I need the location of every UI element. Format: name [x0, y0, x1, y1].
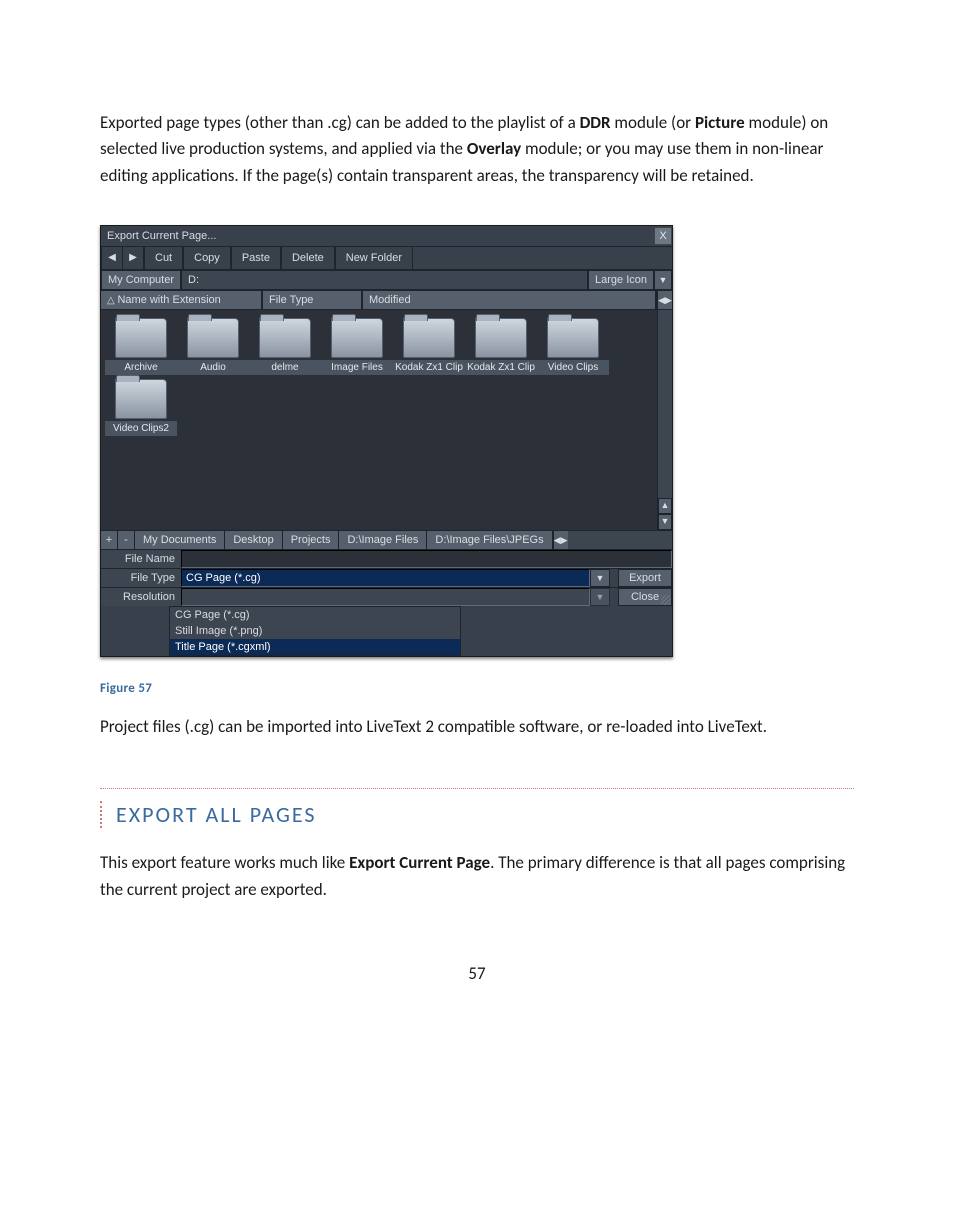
paste-button[interactable]: Paste — [231, 247, 281, 269]
folder-item[interactable]: Kodak Zx1 Clip — [465, 318, 537, 375]
path-value: D: — [188, 271, 199, 289]
file-type-dropdown-list: CG Page (*.cg) Still Image (*.png) Title… — [169, 606, 461, 656]
folder-label: Archive — [105, 360, 177, 375]
column-modified[interactable]: Modified — [363, 291, 657, 309]
column-filetype[interactable]: File Type — [263, 291, 363, 309]
close-icon[interactable]: X — [654, 227, 672, 245]
favorite-item[interactable]: Projects — [283, 531, 340, 549]
favorites-remove-button[interactable]: - — [118, 531, 135, 549]
delete-button[interactable]: Delete — [281, 247, 335, 269]
figure-caption: Figure 57 — [100, 681, 854, 696]
folder-icon — [475, 318, 527, 358]
copy-button[interactable]: Copy — [183, 247, 231, 269]
folder-icon — [403, 318, 455, 358]
folder-icon — [115, 318, 167, 358]
folder-item[interactable]: Kodak Zx1 Clip — [393, 318, 465, 375]
folder-label: Image Files — [321, 360, 393, 375]
paragraph-export-all-pages: This export feature works much like Expo… — [100, 850, 854, 903]
favorites-add-button[interactable]: + — [101, 531, 118, 549]
file-type-option[interactable]: Title Page (*.cgxml) — [170, 639, 460, 655]
favorite-item[interactable]: My Documents — [135, 531, 225, 549]
column-name[interactable]: Name with Extension — [101, 291, 263, 309]
folder-icon — [547, 318, 599, 358]
folder-label: Video Clips2 — [105, 421, 177, 436]
scroll-down-icon[interactable]: ▼ — [658, 514, 672, 530]
dialog-title: Export Current Page... — [107, 230, 216, 242]
page-number: 57 — [100, 963, 854, 984]
resolution-dropdown-icon: ▼ — [590, 588, 610, 606]
column-scroll-icon[interactable]: ◀▶ — [657, 291, 672, 309]
file-name-input[interactable] — [181, 550, 672, 568]
paragraph-exported-page-types: Exported page types (other than .cg) can… — [100, 110, 854, 189]
favorite-item[interactable]: Desktop — [225, 531, 282, 549]
folder-item[interactable]: Video Clips — [537, 318, 609, 375]
folder-icon — [331, 318, 383, 358]
column-header-row: Name with Extension File Type Modified ◀… — [101, 291, 672, 310]
file-type-select[interactable]: CG Page (*.cg) — [181, 569, 590, 587]
resize-handle-icon[interactable] — [661, 595, 671, 605]
file-type-option[interactable]: Still Image (*.png) — [170, 623, 460, 639]
file-area: Archive Audio delme Image Files Kodak Zx… — [101, 310, 672, 530]
cut-button[interactable]: Cut — [144, 247, 183, 269]
folder-label: Video Clips — [537, 360, 609, 375]
folder-label: Kodak Zx1 Clip — [393, 360, 465, 375]
favorite-item[interactable]: D:\Image Files\JPEGs — [427, 531, 552, 549]
folder-label: Audio — [177, 360, 249, 375]
resolution-select[interactable] — [181, 588, 590, 606]
view-mode-dropdown-icon[interactable]: ▼ — [654, 270, 672, 290]
nav-group: ◀ ▶ — [101, 247, 144, 269]
resolution-label: Resolution — [101, 588, 181, 606]
scroll-up-icon[interactable]: ▲ — [658, 498, 672, 514]
nav-forward-button[interactable]: ▶ — [122, 247, 143, 269]
favorite-item[interactable]: D:\Image Files — [339, 531, 427, 549]
view-mode-button[interactable]: Large Icon — [588, 270, 654, 290]
folder-icon — [187, 318, 239, 358]
folder-icon — [259, 318, 311, 358]
vertical-scrollbar[interactable]: ▲ ▼ — [657, 310, 672, 530]
folder-item[interactable]: Audio — [177, 318, 249, 375]
file-type-label: File Type — [101, 569, 181, 587]
folder-item[interactable]: Image Files — [321, 318, 393, 375]
nav-back-button[interactable]: ◀ — [101, 247, 122, 269]
section-heading-export-all-pages: EXPORT ALL PAGES — [100, 788, 854, 830]
export-current-page-dialog: Export Current Page... X ◀ ▶ Cut Copy Pa… — [100, 225, 673, 657]
path-root-label[interactable]: My Computer — [101, 270, 181, 290]
toolbar: ◀ ▶ Cut Copy Paste Delete New Folder — [101, 246, 672, 270]
folder-item[interactable]: Video Clips2 — [105, 379, 177, 436]
file-grid[interactable]: Archive Audio delme Image Files Kodak Zx… — [101, 310, 657, 530]
folder-icon — [115, 379, 167, 419]
favorites-scroll-icon[interactable]: ◀▶ — [553, 531, 568, 549]
dialog-titlebar: Export Current Page... X — [101, 226, 672, 246]
folder-item[interactable]: Archive — [105, 318, 177, 375]
folder-label: delme — [249, 360, 321, 375]
path-field[interactable]: D: — [181, 270, 588, 290]
new-folder-button[interactable]: New Folder — [335, 247, 413, 269]
folder-item[interactable]: delme — [249, 318, 321, 375]
export-button[interactable]: Export — [618, 569, 672, 587]
paragraph-project-files: Project files (.cg) can be imported into… — [100, 714, 854, 740]
file-type-option[interactable]: CG Page (*.cg) — [170, 607, 460, 623]
favorites-bar: + - My Documents Desktop Projects D:\Ima… — [101, 530, 672, 549]
file-name-label: File Name — [101, 550, 181, 568]
folder-label: Kodak Zx1 Clip — [465, 360, 537, 375]
file-type-dropdown-icon[interactable]: ▼ — [590, 569, 610, 587]
